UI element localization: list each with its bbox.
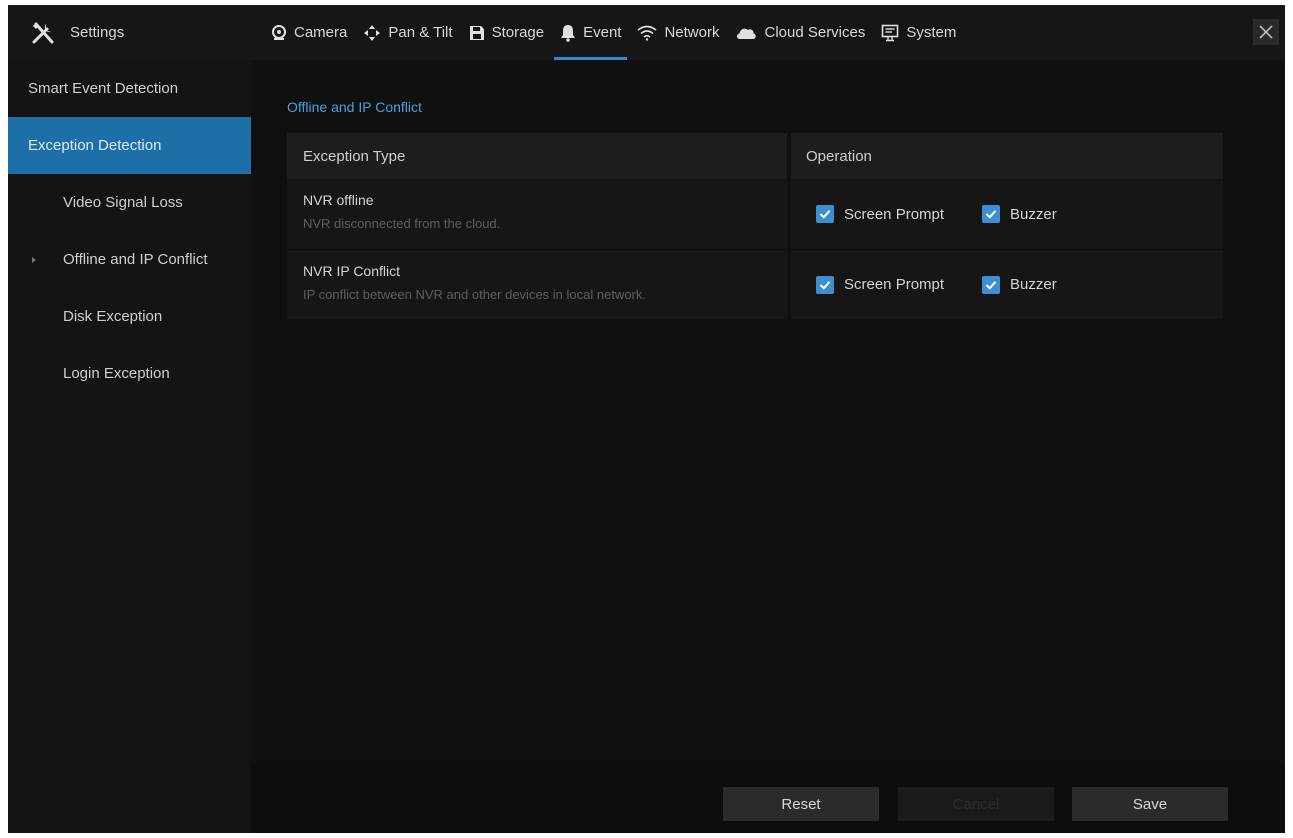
camera-icon	[272, 24, 286, 40]
sidebar-item-offline-ip-conflict[interactable]: Offline and IP Conflict	[8, 231, 251, 288]
sidebar-item-smart-event-detection[interactable]: Smart Event Detection	[8, 60, 251, 117]
main-content: Offline and IP Conflict Exception Type O…	[251, 60, 1285, 765]
tab-event-label: Event	[583, 24, 622, 41]
cloud-icon	[737, 28, 757, 39]
tab-network[interactable]: Network	[629, 5, 727, 60]
column-header-exception-type: Exception Type	[287, 133, 787, 179]
column-header-operation: Operation	[791, 133, 1223, 179]
sidebar-item-disk-exception[interactable]: Disk Exception	[8, 288, 251, 345]
tab-pan-tilt-label: Pan & Tilt	[388, 24, 453, 41]
screen-prompt-checkbox[interactable]: Screen Prompt	[816, 205, 944, 223]
tab-cloud-services-label: Cloud Services	[764, 24, 866, 41]
sidebar-item-label: Offline and IP Conflict	[63, 251, 208, 268]
current-indicator-icon	[32, 256, 36, 263]
checkbox-checked-icon	[816, 205, 834, 223]
exception-type-cell: NVR IP Conflict IP conflict between NVR …	[287, 249, 787, 319]
cancel-button[interactable]: Cancel	[898, 787, 1054, 821]
system-icon	[882, 24, 899, 41]
save-button[interactable]: Save	[1072, 787, 1228, 821]
tab-storage[interactable]: Storage	[461, 5, 553, 60]
bell-icon	[561, 24, 576, 42]
exception-table: Exception Type Operation NVR offline NVR…	[287, 133, 1223, 319]
settings-title: Settings	[70, 24, 125, 41]
table-row: NVR offline NVR disconnected from the cl…	[287, 179, 1223, 249]
tab-camera-label: Camera	[294, 24, 348, 41]
checkbox-checked-icon	[982, 205, 1001, 223]
sidebar-item-label: Exception Detection	[28, 137, 162, 154]
tab-camera[interactable]: Camera	[263, 5, 355, 60]
buzzer-label: Buzzer	[1010, 205, 1057, 223]
tab-storage-label: Storage	[491, 24, 545, 41]
screen-prompt-label: Screen Prompt	[844, 276, 945, 293]
buzzer-checkbox[interactable]: Buzzer	[982, 275, 1057, 294]
operation-cell: Screen Prompt Buzzer	[791, 179, 1223, 249]
screen-prompt-checkbox[interactable]: Screen Prompt	[816, 275, 945, 294]
tools-icon	[32, 22, 54, 43]
operation-cell: Screen Prompt Buzzer	[791, 249, 1223, 319]
sidebar-item-label: Login Exception	[63, 365, 170, 382]
settings-brand: Settings	[8, 5, 251, 60]
table-row: NVR IP Conflict IP conflict between NVR …	[287, 249, 1223, 319]
top-bar: Settings Camera Pan & Tilt Storage Event…	[8, 5, 1285, 60]
tab-network-label: Network	[664, 24, 720, 41]
exception-description: NVR disconnected from the cloud.	[303, 216, 501, 231]
buzzer-label: Buzzer	[1010, 276, 1057, 293]
screen-prompt-label: Screen Prompt	[844, 205, 945, 223]
wifi-icon	[637, 25, 657, 41]
tab-pan-tilt[interactable]: Pan & Tilt	[355, 5, 460, 60]
buzzer-checkbox[interactable]: Buzzer	[982, 205, 1057, 223]
tab-system-label: System	[906, 24, 957, 41]
checkbox-checked-icon	[982, 275, 1001, 294]
pan-tilt-icon	[364, 24, 381, 41]
table-header: Exception Type Operation	[287, 133, 1223, 179]
reset-button[interactable]: Reset	[723, 787, 879, 821]
sidebar-item-video-signal-loss[interactable]: Video Signal Loss	[8, 174, 251, 231]
storage-icon	[469, 25, 484, 40]
tab-system[interactable]: System	[873, 5, 964, 60]
close-button[interactable]	[1253, 19, 1279, 45]
checkbox-checked-icon	[816, 275, 834, 294]
exception-type-cell: NVR offline NVR disconnected from the cl…	[287, 179, 787, 249]
section-title: Offline and IP Conflict	[287, 99, 422, 115]
tab-event[interactable]: Event	[552, 5, 629, 60]
sidebar-item-exception-detection[interactable]: Exception Detection	[8, 117, 251, 174]
exception-description: IP conflict between NVR and other device…	[303, 287, 646, 302]
main-tabs: Camera Pan & Tilt Storage Event Network …	[263, 5, 964, 60]
sidebar-item-label: Smart Event Detection	[28, 80, 179, 97]
close-icon	[1259, 25, 1273, 39]
exception-name: NVR offline	[303, 192, 374, 208]
sidebar-item-login-exception[interactable]: Login Exception	[8, 345, 251, 402]
sidebar: Smart Event Detection Exception Detectio…	[8, 60, 251, 833]
footer-bar: Reset Cancel Save	[251, 765, 1285, 833]
exception-name: NVR IP Conflict	[303, 263, 400, 279]
sidebar-item-label: Disk Exception	[63, 308, 163, 325]
sidebar-item-label: Video Signal Loss	[63, 194, 183, 211]
settings-window: Settings Camera Pan & Tilt Storage Event…	[8, 5, 1285, 833]
tab-cloud-services[interactable]: Cloud Services	[727, 5, 873, 60]
